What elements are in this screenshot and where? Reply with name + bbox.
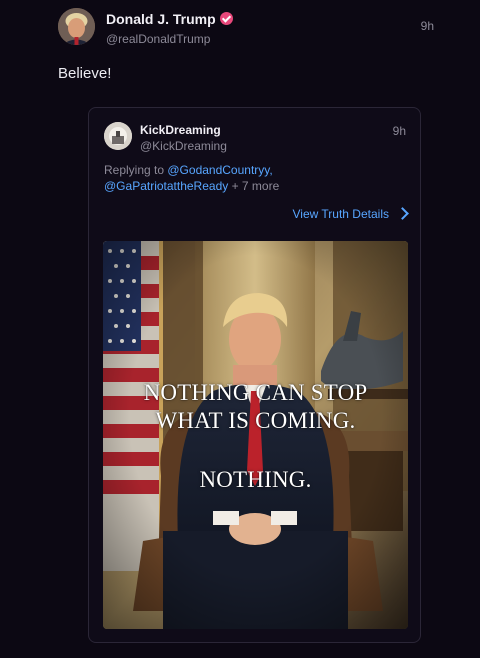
view-truth-details-label[interactable]: View Truth Details bbox=[293, 207, 390, 221]
post-time[interactable]: 9h bbox=[421, 19, 434, 33]
more-mentions-link[interactable]: + 7 more bbox=[228, 179, 280, 193]
author-name[interactable]: Donald J. Trump bbox=[106, 11, 233, 27]
post-image[interactable]: NOTHING CAN STOP WHAT IS COMING. NOTHING… bbox=[103, 241, 408, 629]
feed-page: Donald J. Trump @realDonaldTrump 9h Beli… bbox=[0, 0, 480, 658]
chevron-right-icon bbox=[396, 206, 409, 220]
author-name-text[interactable]: Donald J. Trump bbox=[106, 11, 216, 27]
view-truth-details-link[interactable]: View Truth Details bbox=[293, 206, 409, 221]
image-caption-line-2: WHAT IS COMING. bbox=[155, 408, 356, 433]
author-handle[interactable]: @realDonaldTrump bbox=[106, 32, 210, 46]
image-caption-line-3: NOTHING. bbox=[199, 467, 312, 492]
replying-to-label: Replying to bbox=[104, 163, 168, 177]
portrait-illustration bbox=[103, 241, 408, 629]
quoted-author-handle[interactable]: @KickDreaming bbox=[140, 139, 227, 153]
mention-link-2[interactable]: @GaPatriotattheReady bbox=[104, 179, 228, 193]
post-body-text: Believe! bbox=[58, 65, 112, 82]
quoted-post-time[interactable]: 9h bbox=[393, 124, 406, 138]
quoted-post-card[interactable]: KickDreaming @KickDreaming 9h Replying t… bbox=[88, 107, 421, 643]
author-avatar[interactable] bbox=[58, 8, 95, 45]
verified-badge-icon bbox=[219, 12, 233, 25]
replying-to-line: Replying to @GodandCountryy, @GaPatriota… bbox=[104, 162, 404, 194]
mention-link-1[interactable]: @GodandCountryy, bbox=[167, 163, 272, 177]
quoted-author-avatar[interactable] bbox=[104, 122, 132, 150]
image-caption-line-1: NOTHING CAN STOP bbox=[143, 380, 368, 405]
post-header: Donald J. Trump @realDonaldTrump bbox=[58, 8, 468, 52]
quoted-author-name[interactable]: KickDreaming bbox=[140, 123, 221, 137]
